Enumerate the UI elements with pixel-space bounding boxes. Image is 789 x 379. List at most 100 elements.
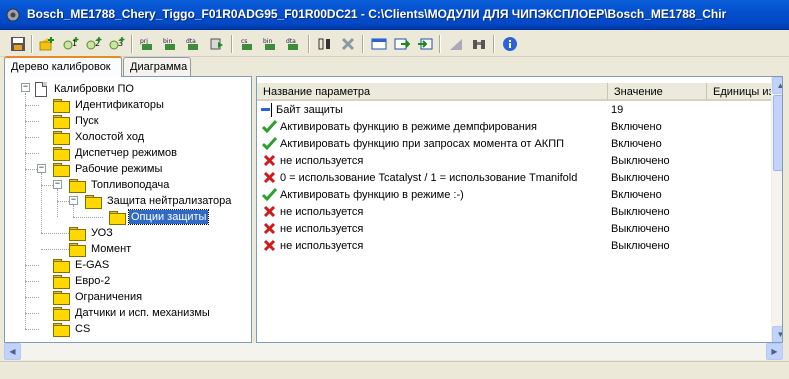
table-row[interactable]: Байт защиты 19 — [257, 101, 772, 118]
tree-item-mode-dispatcher[interactable]: Диспетчер режимов — [53, 145, 179, 161]
tree-item-operating-modes[interactable]: Рабочие режимы — [53, 161, 164, 177]
table-row[interactable]: не используется Выключено — [257, 203, 772, 220]
folder-icon — [53, 322, 70, 337]
folder-icon — [53, 306, 70, 321]
grid-vertical-scrollbar[interactable]: ▲ ▼ — [771, 77, 782, 342]
title-bar: Bosch_ME1788_Chery_Tiggo_F01R0ADG95_F01R… — [0, 0, 789, 30]
column-header-units[interactable]: Единицы из — [707, 83, 772, 101]
export-icon[interactable] — [392, 34, 412, 54]
binoculars-icon[interactable] — [469, 34, 489, 54]
tree-item-euro2[interactable]: Евро-2 — [53, 273, 112, 289]
tree-item-ignition-timing[interactable]: УОЗ — [69, 225, 115, 241]
info-icon[interactable] — [500, 34, 520, 54]
tree-item-catalyst-protection[interactable]: Защита нейтрализатора — [85, 193, 233, 209]
add-2-icon[interactable]: 2 — [84, 34, 104, 54]
cross-icon — [261, 222, 277, 236]
tree-item-sensors[interactable]: Датчики и исп. механизмы — [53, 305, 212, 321]
folder-icon — [109, 210, 126, 225]
folder-icon — [69, 178, 86, 193]
dta-icon[interactable]: dta — [184, 34, 204, 54]
tree-item-egas[interactable]: E-GAS — [53, 257, 111, 273]
prj-icon[interactable]: prj — [138, 34, 158, 54]
table-row[interactable]: 0 = использование Tcatalyst / 1 = исполь… — [257, 169, 772, 186]
table-row[interactable]: Активировать функцию в режиме :-) Включе… — [257, 186, 772, 203]
scroll-left-icon[interactable]: ◀ — [4, 343, 21, 360]
cross-icon — [261, 239, 277, 253]
folder-icon — [69, 242, 86, 257]
table-row[interactable]: не используется Выключено — [257, 152, 772, 169]
folder-icon — [53, 274, 70, 289]
graph-icon[interactable] — [446, 34, 466, 54]
param-name: не используется — [280, 205, 364, 218]
folder-icon — [85, 194, 102, 209]
folder-icon — [53, 130, 70, 145]
collapse-operating-modes-icon[interactable]: − — [37, 164, 46, 173]
import-icon[interactable] — [415, 34, 435, 54]
tree-item-start[interactable]: Пуск — [53, 113, 101, 129]
tree-item-cs[interactable]: CS — [53, 321, 92, 337]
add-icon[interactable] — [38, 34, 58, 54]
parameter-grid: Название параметра Значение Единицы из Б… — [256, 76, 783, 343]
collapse-catalyst-protection-icon[interactable]: − — [69, 196, 78, 205]
param-value: Включено — [611, 120, 662, 133]
svg-text:bin: bin — [263, 38, 272, 45]
table-row[interactable]: не используется Выключено — [257, 237, 772, 254]
param-name: не используется — [280, 222, 364, 235]
tree-item-label: Холостой ход — [75, 131, 145, 143]
param-name: не используется — [280, 239, 364, 252]
tab-calibration-tree[interactable]: Дерево калибровок — [4, 56, 122, 77]
tree-item-torque[interactable]: Момент — [69, 241, 133, 257]
compare-icon[interactable] — [315, 34, 335, 54]
cs-icon[interactable]: cs — [238, 34, 258, 54]
param-value: Включено — [611, 137, 662, 150]
param-name: Активировать функцию при запросах момент… — [280, 137, 565, 150]
table-row[interactable]: Активировать функцию в режиме демпфирова… — [257, 118, 772, 135]
param-value: Включено — [611, 188, 662, 201]
svg-text:dta: dta — [286, 38, 296, 45]
tree-item-label: E-GAS — [75, 259, 110, 271]
svg-text:bin: bin — [163, 38, 172, 45]
save-icon[interactable] — [8, 34, 28, 54]
tree-root-label: Калибровки ПО — [54, 83, 134, 95]
param-value: Выключено — [611, 222, 670, 235]
check-icon — [261, 137, 277, 151]
tree-item-protection-options[interactable]: Опции защиты — [109, 209, 210, 225]
column-header-name[interactable]: Название параметра — [257, 83, 608, 101]
horizontal-scrollbar[interactable]: ◀ ▶ — [4, 343, 783, 360]
check-icon — [261, 188, 277, 202]
window-icon[interactable] — [369, 34, 389, 54]
bin-icon[interactable]: bin — [161, 34, 181, 54]
collapse-root-icon[interactable]: − — [21, 83, 30, 92]
table-row[interactable]: не используется Выключено — [257, 220, 772, 237]
tree-item-idle[interactable]: Холостой ход — [53, 129, 146, 145]
delete-icon[interactable] — [338, 34, 358, 54]
tree-root[interactable]: Калибровки ПО — [35, 81, 136, 97]
tree-item-label: Ограничения — [75, 291, 143, 303]
run-icon[interactable] — [207, 34, 227, 54]
svg-text:prj: prj — [140, 38, 148, 45]
dta-2-icon[interactable]: dta — [284, 34, 304, 54]
window-title: Bosch_ME1788_Chery_Tiggo_F01R0ADG95_F01R… — [27, 7, 727, 21]
scroll-up-icon[interactable]: ▲ — [772, 77, 782, 94]
scroll-down-icon[interactable]: ▼ — [772, 326, 782, 342]
folder-icon — [53, 162, 70, 177]
tab-diagram[interactable]: Диаграмма — [123, 57, 191, 76]
tree-item-label: Рабочие режимы — [75, 163, 163, 175]
scroll-right-icon[interactable]: ▶ — [766, 343, 783, 360]
column-header-value[interactable]: Значение — [608, 83, 707, 101]
tree-item-limits[interactable]: Ограничения — [53, 289, 144, 305]
scroll-thumb[interactable] — [773, 95, 782, 171]
svg-text:dta: dta — [186, 38, 196, 45]
folder-icon — [69, 226, 86, 241]
table-row[interactable]: Активировать функцию при запросах момент… — [257, 135, 772, 152]
tree-item-fueling[interactable]: Топливоподача — [69, 177, 171, 193]
cross-icon — [261, 171, 277, 185]
add-1-icon[interactable]: 1 — [61, 34, 81, 54]
tree-item-identifiers[interactable]: Идентификаторы — [53, 97, 166, 113]
add-3-icon[interactable]: 3 — [107, 34, 127, 54]
collapse-fueling-icon[interactable]: − — [53, 180, 62, 189]
bin-2-icon[interactable]: bin — [261, 34, 281, 54]
tree-item-label: Пуск — [75, 115, 99, 127]
param-value: 19 — [611, 103, 624, 116]
param-name: Байт защиты — [276, 103, 343, 116]
